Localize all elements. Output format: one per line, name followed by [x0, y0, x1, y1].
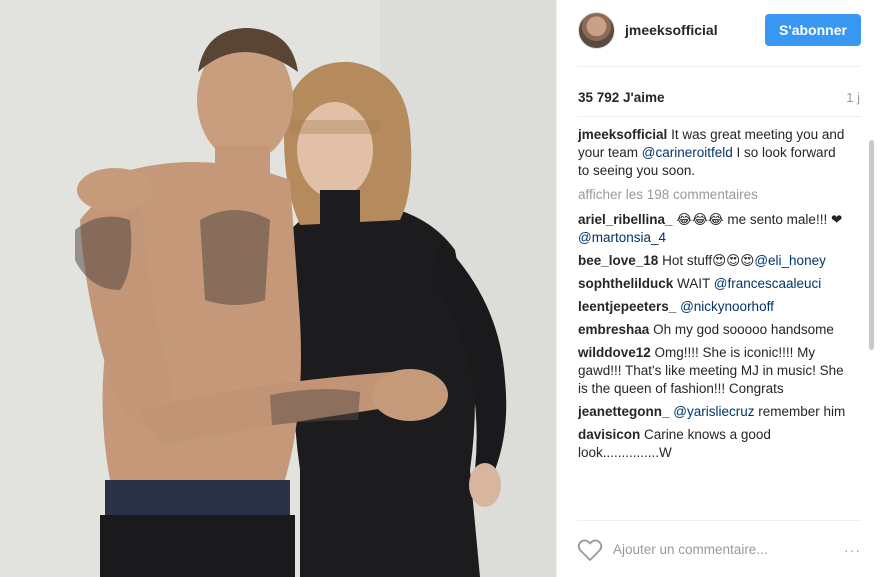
comment-text: Oh my god sooooo handsome — [653, 322, 834, 337]
post-details-panel: jmeeksofficial S'abonner 35 792 J'aime 1… — [556, 0, 880, 577]
caption-mention[interactable]: @carineroitfeld — [642, 145, 733, 160]
more-options-icon[interactable]: ··· — [844, 542, 861, 558]
comment-mention[interactable]: @eli_honey — [754, 253, 826, 268]
avatar[interactable] — [578, 12, 615, 49]
follow-button[interactable]: S'abonner — [765, 14, 861, 46]
comment-item: ariel_ribellina_ 😂😂😂 me sento male!!! ❤ … — [578, 211, 846, 247]
likes-divider — [577, 116, 861, 117]
comment-item: sophthelilduck WAIT @francescaaleuci — [578, 275, 846, 293]
comment-item: wilddove12 Omg!!!! She is iconic!!!! My … — [578, 344, 846, 398]
comment-item: leentjepeeters_ @nickynoorhoff — [578, 298, 846, 316]
comments-list: jmeeksofficial It was great meeting you … — [578, 126, 846, 516]
show-all-comments-link[interactable]: afficher les 198 commentaires — [578, 186, 846, 204]
comment-username[interactable]: embreshaa — [578, 322, 649, 337]
comment-text: Hot stuff😍😍😍 — [662, 253, 755, 268]
comments-divider — [577, 520, 861, 521]
comment-username[interactable]: sophthelilduck — [578, 276, 673, 291]
comment-username[interactable]: ariel_ribellina_ — [578, 212, 673, 227]
comment-username[interactable]: bee_love_18 — [578, 253, 658, 268]
add-comment-input[interactable] — [613, 538, 833, 560]
post-time[interactable]: 1 j — [846, 90, 860, 105]
comment-item: davisicon Carine knows a good look......… — [578, 426, 846, 462]
comment-text: remember him — [754, 404, 846, 419]
comment-item: embreshaa Oh my god sooooo handsome — [578, 321, 846, 339]
comment-mention[interactable]: @nickynoorhoff — [680, 299, 774, 314]
header-divider — [577, 66, 861, 67]
like-count[interactable]: 35 792 J'aime — [578, 90, 665, 105]
heart-icon[interactable] — [577, 538, 603, 562]
add-comment-row: ··· — [557, 524, 880, 577]
comment-username[interactable]: leentjepeeters_ — [578, 299, 676, 314]
author-username[interactable]: jmeeksofficial — [625, 22, 718, 38]
comment-username[interactable]: davisicon — [578, 427, 640, 442]
comment-username[interactable]: wilddove12 — [578, 345, 651, 360]
photo-illustration — [0, 0, 556, 577]
comment-text: 😂😂😂 me sento male!!! ❤ — [676, 212, 843, 227]
scrollbar-thumb[interactable] — [869, 140, 874, 350]
comment-mention[interactable]: @martonsia_4 — [578, 230, 666, 245]
caption-username[interactable]: jmeeksofficial — [578, 127, 667, 142]
post-header: jmeeksofficial S'abonner — [557, 0, 880, 64]
comment-item: bee_love_18 Hot stuff😍😍😍@eli_honey — [578, 252, 846, 270]
post-photo[interactable] — [0, 0, 556, 577]
comments-scrollbar[interactable] — [869, 126, 874, 516]
comment-username[interactable]: jeanettegonn_ — [578, 404, 670, 419]
caption: jmeeksofficial It was great meeting you … — [578, 126, 846, 180]
comment-item: jeanettegonn_ @yarisliecruz remember him — [578, 403, 846, 421]
comment-text: WAIT — [677, 276, 714, 291]
comment-mention[interactable]: @francescaaleuci — [714, 276, 822, 291]
comment-mention[interactable]: @yarisliecruz — [673, 404, 754, 419]
